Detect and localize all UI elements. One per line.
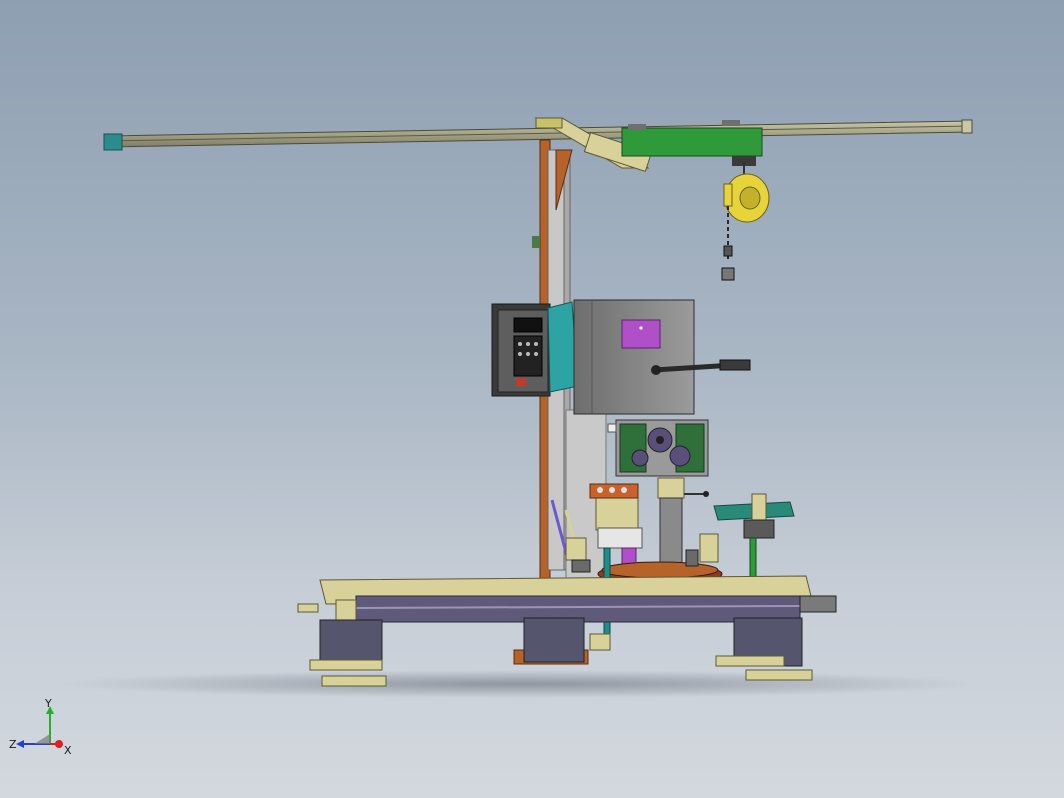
assembly-model[interactable]	[0, 0, 1064, 798]
vfd-display	[513, 317, 543, 333]
part-tray[interactable]	[713, 493, 795, 539]
support-leg-center[interactable]	[523, 617, 611, 663]
main-cabinet[interactable]	[573, 299, 695, 415]
spring-balancer[interactable]	[721, 162, 770, 281]
control-box[interactable]	[491, 303, 551, 397]
rail-end-cap	[103, 133, 123, 151]
balancer-chain	[721, 206, 735, 281]
axis-x-arrow	[55, 740, 63, 748]
cabinet-label-plate	[621, 319, 661, 349]
support-leg-front-right[interactable]	[715, 617, 813, 681]
axis-x-label: X	[64, 744, 72, 757]
rail-end-cap-right	[961, 119, 973, 134]
coordinate-triad: Y X Z	[9, 698, 72, 757]
drive-gear-assembly[interactable]	[607, 419, 709, 477]
ground-shadow	[60, 670, 980, 698]
axis-z-arrow	[16, 740, 24, 748]
axis-z-label: Z	[9, 738, 17, 751]
axis-y-label: Y	[44, 698, 52, 710]
cad-viewport[interactable]: Y X Z	[0, 0, 1064, 798]
triad-origin	[34, 734, 50, 744]
